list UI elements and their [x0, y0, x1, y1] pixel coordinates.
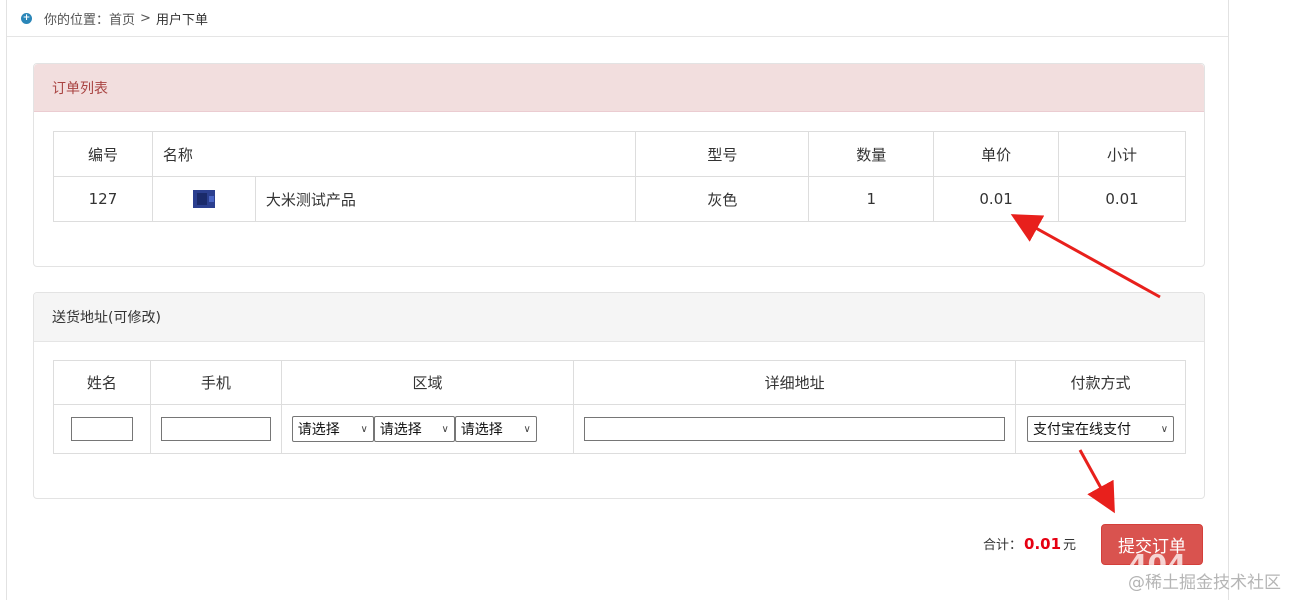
total-currency: 元 [1063, 538, 1077, 553]
phone-input[interactable] [160, 417, 271, 441]
recipient-name-input[interactable] [70, 417, 133, 441]
product-subtotal: 0.01 [1058, 176, 1186, 222]
header-quantity: 数量 [808, 131, 935, 177]
plus-circle-icon: + [21, 12, 32, 24]
product-quantity: 1 [808, 176, 935, 222]
address-table-header: 姓名 手机 区域 详细地址 付款方式 [53, 360, 1186, 405]
breadcrumb: + 你的位置： 首页 > 用户下单 [7, 0, 1228, 37]
breadcrumb-home-link[interactable]: 首页 [109, 9, 135, 28]
chevron-down-icon: ∨ [360, 423, 368, 435]
chevron-down-icon: ∨ [441, 423, 449, 435]
district-select[interactable]: 请选择 ∨ [454, 416, 537, 442]
total-amount: 0.01 [1024, 535, 1062, 553]
order-id: 127 [53, 176, 153, 222]
shipping-address-panel: 送货地址(可修改) 姓名 手机 区域 详细地址 付款方式 请选择 ∨ 请选择 ∨ 请选择… [33, 292, 1205, 499]
address-table: 姓名 手机 区域 详细地址 付款方式 请选择 ∨ 请选择 ∨ 请选择 ∨ 支付宝在线支付 ∨ [53, 360, 1186, 454]
order-list-title: 订单列表 [34, 64, 1204, 112]
order-table: 编号 名称 型号 数量 单价 小计 127 大米测试产品 灰色 1 0.01 0… [53, 131, 1186, 222]
detail-address-input[interactable] [584, 417, 1006, 441]
product-name[interactable]: 大米测试产品 [254, 176, 637, 222]
header-recipient-name: 姓名 [53, 360, 151, 405]
header-phone: 手机 [149, 360, 282, 405]
product-thumbnail-cell [151, 176, 256, 222]
header-subtotal: 小计 [1058, 131, 1186, 177]
product-model: 灰色 [635, 176, 810, 222]
header-id: 编号 [53, 131, 153, 177]
breadcrumb-separator: > [140, 10, 151, 26]
breadcrumb-current: 用户下单 [155, 12, 208, 28]
payment-method-select[interactable]: 支付宝在线支付 ∨ [1027, 416, 1175, 442]
header-detail-address: 详细地址 [573, 360, 1017, 405]
order-list-panel: 订单列表 编号 名称 型号 数量 单价 小计 127 大米测试产品 灰色 1 0… [33, 63, 1205, 267]
total-label: 合计： [983, 538, 1023, 553]
order-total: 合计： 0.01 元 [983, 534, 1076, 553]
order-table-header: 编号 名称 型号 数量 单价 小计 [53, 131, 1186, 177]
city-select[interactable]: 请选择 ∨ [373, 416, 455, 442]
page-frame: + 你的位置： 首页 > 用户下单 订单列表 编号 名称 型号 数量 单价 小计… [6, 0, 1229, 600]
chevron-down-icon: ∨ [523, 423, 531, 435]
header-name: 名称 [151, 131, 637, 177]
table-row: 127 大米测试产品 灰色 1 0.01 0.01 [53, 176, 1186, 222]
product-thumbnail[interactable] [192, 190, 215, 209]
watermark-text: @稀土掘金技术社区 [1128, 573, 1281, 593]
shipping-address-title: 送货地址(可修改) [34, 293, 1204, 342]
header-model: 型号 [635, 131, 810, 177]
header-region: 区域 [280, 360, 575, 405]
address-input-row: 请选择 ∨ 请选择 ∨ 请选择 ∨ 支付宝在线支付 ∨ [53, 404, 1186, 454]
header-payment-method: 付款方式 [1015, 360, 1186, 405]
province-select[interactable]: 请选择 ∨ [291, 416, 374, 442]
chevron-down-icon: ∨ [1160, 423, 1169, 435]
product-unit-price: 0.01 [933, 176, 1060, 222]
breadcrumb-prefix: 你的位置： [44, 12, 110, 28]
header-unit-price: 单价 [933, 131, 1060, 177]
